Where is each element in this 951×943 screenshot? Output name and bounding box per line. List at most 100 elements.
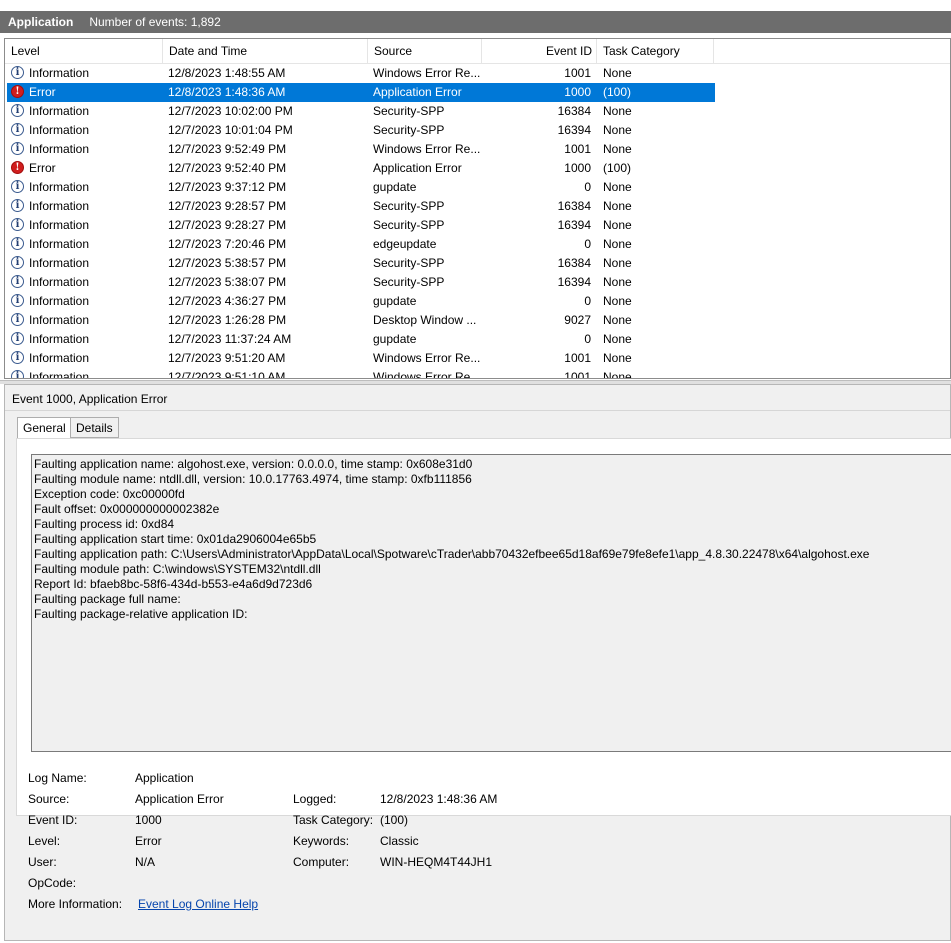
date-cell: 12/7/2023 9:28:57 PM (168, 199, 287, 213)
event-id-cell: 16384 (557, 199, 591, 213)
event-id-cell: 1000 (564, 161, 591, 175)
tab-general[interactable]: General (17, 417, 72, 439)
log-name-value: Application (135, 771, 194, 785)
column-header-source[interactable]: Source (368, 39, 482, 63)
table-row[interactable]: i Information 12/7/2023 5:38:57 PM Security… (5, 254, 950, 273)
task-category-cell: None (603, 199, 632, 213)
date-cell: 12/8/2023 1:48:55 AM (168, 66, 286, 80)
source-value: Application Error (135, 792, 224, 806)
column-header-level[interactable]: Level (5, 39, 163, 63)
table-row[interactable]: i Information 12/7/2023 7:20:46 PM edgeupda… (5, 235, 950, 254)
table-row[interactable]: i Information 12/7/2023 9:28:27 PM Security… (5, 216, 950, 235)
divider (5, 410, 950, 411)
task-category-cell: None (603, 332, 632, 346)
source-cell: gupdate (373, 294, 417, 308)
date-cell: 12/7/2023 9:52:40 PM (168, 161, 287, 175)
level-cell: Information (29, 104, 90, 118)
event-id-value: 1000 (135, 813, 162, 827)
computer-value: WIN-HEQM4T44JH1 (380, 855, 493, 869)
table-row[interactable]: i Information 12/7/2023 4:36:27 PM gupdate 0… (5, 292, 950, 311)
date-cell: 12/7/2023 9:51:20 AM (168, 351, 286, 365)
event-description-textbox[interactable]: Faulting application name: algohost.exe,… (31, 454, 951, 752)
tab-details[interactable]: Details (70, 417, 119, 438)
level-cell: Error (29, 161, 56, 175)
event-id-cell: 16394 (557, 275, 591, 289)
table-row[interactable]: i Information 12/8/2023 1:48:55 AM Windows … (5, 64, 950, 83)
level-cell: Information (29, 332, 90, 346)
task-category-cell: None (603, 218, 632, 232)
table-row[interactable]: i Information 12/7/2023 11:37:24 AM gupdate… (5, 330, 950, 349)
event-id-cell: 16384 (557, 256, 591, 270)
level-value: Error (135, 834, 162, 848)
task-category-cell: None (603, 256, 632, 270)
task-category-cell: None (603, 180, 632, 194)
event-id-cell: 16384 (557, 104, 591, 118)
info-icon: i (11, 180, 24, 193)
column-header-event-id[interactable]: Event ID (482, 39, 597, 63)
table-row[interactable]: i Information 12/7/2023 5:38:07 PM Security… (5, 273, 950, 292)
source-label: Source: (28, 792, 70, 806)
date-cell: 12/7/2023 10:01:04 PM (168, 123, 293, 137)
computer-label: Computer: (293, 855, 350, 869)
description-line: Fault offset: 0x000000000002382e (34, 502, 220, 516)
table-row[interactable]: i Information 12/7/2023 10:02:00 PM Securit… (5, 102, 950, 121)
table-row[interactable]: ! Error 12/8/2023 1:48:36 AM Application Er… (5, 83, 950, 102)
source-cell: Application Error (373, 161, 462, 175)
source-cell: gupdate (373, 332, 417, 346)
table-row[interactable]: i Information 12/7/2023 9:28:57 PM Security… (5, 197, 950, 216)
table-row[interactable]: i Information 12/7/2023 9:51:10 AM Windows … (5, 368, 950, 379)
column-header-task-category[interactable]: Task Category (597, 39, 714, 63)
more-info-label: More Information: (28, 897, 123, 911)
log-title: Application (8, 15, 74, 29)
table-row[interactable]: i Information 12/7/2023 1:26:28 PM Desktop … (5, 311, 950, 330)
table-row[interactable]: ! Error 12/7/2023 9:52:40 PM Application Er… (5, 159, 950, 178)
event-id-cell: 0 (584, 237, 591, 251)
info-icon: i (11, 199, 24, 212)
task-category-cell: None (603, 123, 632, 137)
keywords-value: Classic (380, 834, 419, 848)
source-cell: Security-SPP (373, 256, 445, 270)
opcode-label: OpCode: (28, 876, 77, 890)
event-id-cell: 1000 (564, 85, 591, 99)
info-icon: i (11, 123, 24, 136)
task-category-cell: (100) (603, 161, 632, 175)
table-row[interactable]: i Information 12/7/2023 9:37:12 PM gupdate 0… (5, 178, 950, 197)
description-line: Faulting package full name: (34, 592, 181, 606)
info-icon: i (11, 275, 24, 288)
logged-value: 12/8/2023 1:48:36 AM (380, 792, 498, 806)
info-icon: i (11, 256, 24, 269)
table-row[interactable]: i Information 12/7/2023 9:52:49 PM Windows … (5, 140, 950, 159)
task-category-label: Task Category: (293, 813, 374, 827)
date-cell: 12/7/2023 1:26:28 PM (168, 313, 287, 327)
level-cell: Information (29, 237, 90, 251)
log-name-label: Log Name: (28, 771, 87, 785)
general-tab-panel: Faulting application name: algohost.exe,… (16, 438, 951, 816)
event-id-cell: 0 (584, 294, 591, 308)
date-cell: 12/7/2023 7:20:46 PM (168, 237, 287, 251)
source-cell: Security-SPP (373, 218, 445, 232)
task-category-cell: (100) (603, 85, 632, 99)
source-cell: Desktop Window ... (373, 313, 477, 327)
user-label: User: (28, 855, 57, 869)
table-row[interactable]: i Information 12/7/2023 9:51:20 AM Windows … (5, 349, 950, 368)
event-id-cell: 0 (584, 180, 591, 194)
info-icon: i (11, 294, 24, 307)
source-cell: Security-SPP (373, 275, 445, 289)
date-cell: 12/7/2023 5:38:57 PM (168, 256, 287, 270)
level-cell: Information (29, 256, 90, 270)
events-list[interactable]: Level Date and Time Source Event ID Task… (4, 38, 951, 379)
description-line: Exception code: 0xc00000fd (34, 487, 185, 501)
event-detail-title: Event 1000, Application Error (12, 392, 168, 406)
error-icon: ! (11, 161, 24, 174)
table-row[interactable]: i Information 12/7/2023 10:01:04 PM Securit… (5, 121, 950, 140)
source-cell: Windows Error Re... (373, 370, 481, 379)
event-log-online-help-link[interactable]: Event Log Online Help (138, 897, 258, 911)
description-line: Faulting module name: ntdll.dll, version… (34, 472, 472, 486)
date-cell: 12/7/2023 5:38:07 PM (168, 275, 287, 289)
source-cell: Security-SPP (373, 199, 445, 213)
event-id-cell: 16394 (557, 218, 591, 232)
source-cell: Windows Error Re... (373, 142, 481, 156)
level-cell: Information (29, 180, 90, 194)
source-cell: Application Error (373, 85, 462, 99)
column-header-date[interactable]: Date and Time (163, 39, 368, 63)
